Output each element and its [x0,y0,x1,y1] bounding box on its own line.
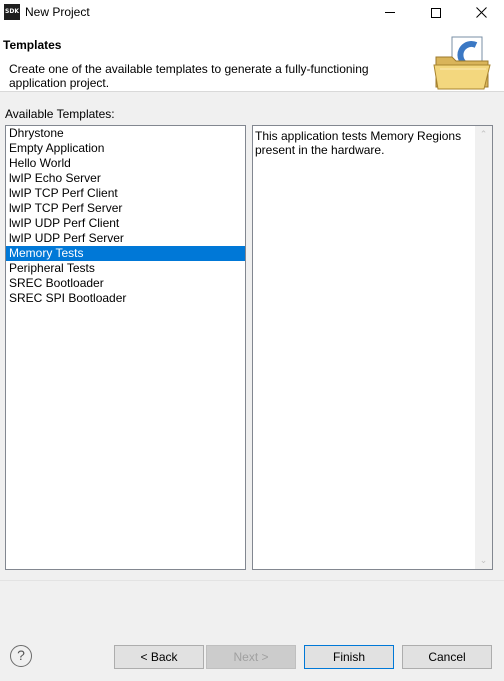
list-item[interactable]: SREC Bootloader [6,276,245,291]
close-icon [475,7,487,18]
maximize-button[interactable] [413,0,459,25]
list-item[interactable]: lwIP UDP Perf Client [6,216,245,231]
list-item[interactable]: Dhrystone [6,126,245,141]
footer-divider [0,580,504,581]
list-item[interactable]: lwIP Echo Server [6,171,245,186]
close-button[interactable] [458,0,504,25]
sdk-app-icon: SDK [4,4,20,20]
minimize-button[interactable] [367,0,413,25]
list-item-selected[interactable]: Memory Tests [6,246,245,261]
available-templates-label: Available Templates: [5,107,115,121]
list-item[interactable]: Empty Application [6,141,245,156]
templates-list[interactable]: Dhrystone Empty Application Hello World … [5,125,246,570]
c-project-folder-icon [433,36,491,90]
list-item[interactable]: lwIP TCP Perf Client [6,186,245,201]
scroll-down-icon[interactable]: ⌄ [479,556,488,565]
list-item[interactable]: Peripheral Tests [6,261,245,276]
minimize-icon [385,12,395,13]
list-item[interactable]: lwIP TCP Perf Server [6,201,245,216]
page-title: Templates [3,38,62,52]
page-description: Create one of the available templates to… [9,62,369,90]
description-scrollbar[interactable]: ⌃ ⌄ [475,126,492,569]
cancel-button[interactable]: Cancel [402,645,492,669]
scroll-up-icon[interactable]: ⌃ [479,130,488,139]
next-button[interactable]: Next > [206,645,296,669]
list-item[interactable]: SREC SPI Bootloader [6,291,245,306]
list-item[interactable]: lwIP UDP Perf Server [6,231,245,246]
maximize-icon [431,7,441,18]
finish-button[interactable]: Finish [304,645,394,669]
window-title: New Project [25,5,90,19]
back-button[interactable]: < Back [114,645,204,669]
title-bar: SDK New Project [0,0,504,25]
template-description-box: This application tests Memory Regions pr… [252,125,493,570]
list-item[interactable]: Hello World [6,156,245,171]
help-button[interactable]: ? [10,645,32,667]
wizard-header: Templates Create one of the available te… [0,25,504,92]
template-description: This application tests Memory Regions pr… [255,129,462,157]
